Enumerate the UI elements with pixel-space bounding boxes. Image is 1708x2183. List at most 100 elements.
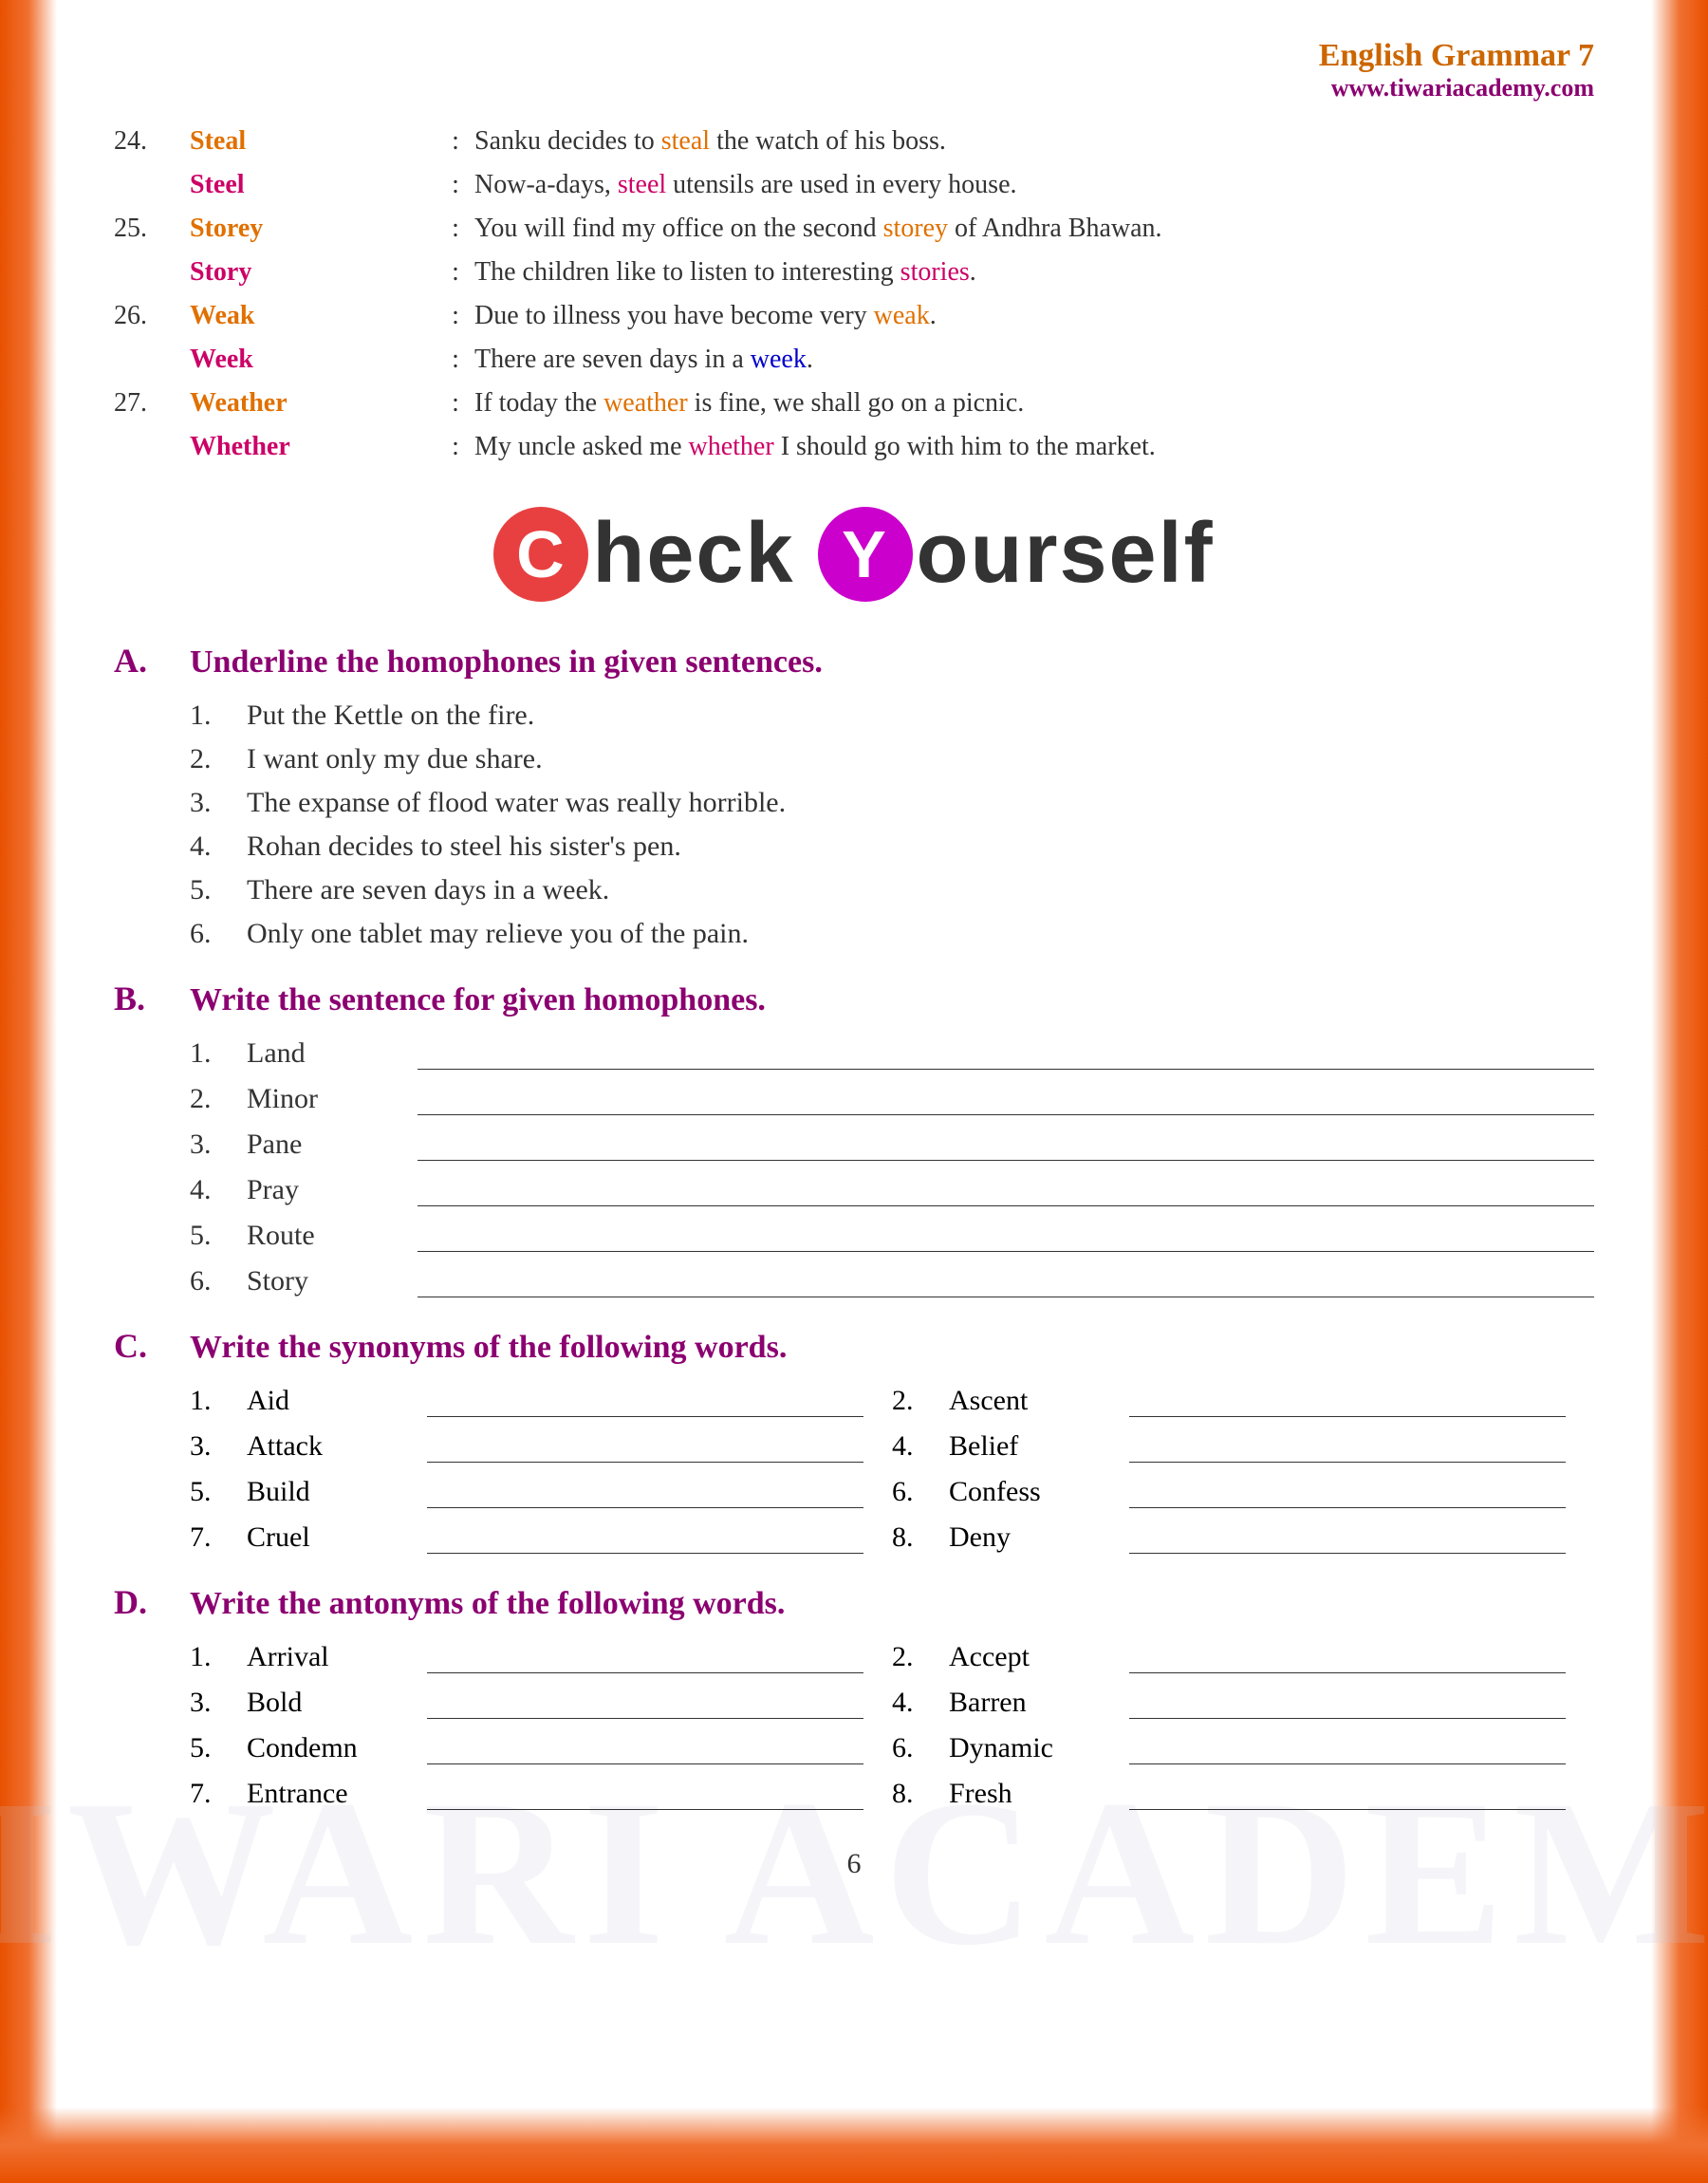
list-text: Put the Kettle on the fire. [247,700,1594,732]
col-num: 2. [892,1385,949,1417]
answer-line[interactable] [418,1108,1594,1115]
col-word: Dynamic [949,1732,1120,1764]
col-word: Belief [949,1430,1120,1463]
col-word: Confess [949,1476,1120,1508]
answer-line[interactable] [418,1290,1594,1297]
word-line-item: 6. Story [190,1265,1594,1297]
col-word: Arrival [247,1641,418,1673]
list-item: 2. I want only my due share. [190,743,1594,775]
colon-24a: : [436,121,474,161]
col-num: 2. [892,1641,949,1673]
col-line[interactable] [427,1757,863,1764]
col-line[interactable] [427,1455,863,1463]
col-left: 7. Cruel [190,1521,892,1554]
two-col-row: 7. Entrance 8. Fresh [190,1778,1594,1810]
col-num: 6. [892,1732,949,1764]
col-word: Cruel [247,1521,418,1554]
list-item: 6. Only one tablet may relieve you of th… [190,918,1594,950]
header-title: English Grammar 7 [114,38,1594,74]
col-line[interactable] [1129,1546,1566,1554]
section-c-header: C. Write the synonyms of the following w… [114,1326,1594,1366]
vocab-row-27b: Whether : My uncle asked me whether I sh… [114,427,1594,467]
colon-24b: : [436,165,474,205]
col-right: 4. Belief [892,1430,1594,1463]
col-line[interactable] [427,1501,863,1508]
section-b-header: B. Write the sentence for given homophon… [114,979,1594,1018]
section-b-list: 1. Land 2. Minor 3. Pane 4. Pray 5. Rout… [114,1037,1594,1297]
answer-line[interactable] [418,1244,1594,1252]
list-text: There are seven days in a week. [247,874,1594,906]
two-col-row: 5. Condemn 6. Dynamic [190,1732,1594,1764]
list-item: 4. Rohan decides to steel his sister's p… [190,830,1594,863]
vocab-sentence-weather: If today the weather is fine, we shall g… [474,383,1594,423]
col-line[interactable] [1129,1409,1566,1417]
col-word: Fresh [949,1778,1120,1810]
col-num: 3. [190,1430,247,1463]
list-num: 1. [190,700,247,732]
vocab-num-26: 26. [114,296,190,336]
vocab-row-25b: Story : The children like to listen to i… [114,252,1594,292]
vocab-word-steal: Steal [190,121,436,161]
check-yourself-section: Check Yourself [114,505,1594,603]
section-b-letter: B. [114,979,190,1018]
word-label: 4. [190,1174,247,1206]
col-num: 5. [190,1476,247,1508]
col-line[interactable] [1129,1711,1566,1719]
y-circle: Y [818,507,913,602]
check-yourself-text: Check Yourself [493,505,1214,603]
vocab-num-27: 27. [114,383,190,423]
col-num: 8. [892,1521,949,1554]
word-label: 3. [190,1129,247,1161]
col-line[interactable] [1129,1666,1566,1673]
word-name: Pray [247,1174,399,1206]
col-num: 5. [190,1732,247,1764]
list-item: 3. The expanse of flood water was really… [190,787,1594,819]
col-num: 6. [892,1476,949,1508]
col-line[interactable] [1129,1757,1566,1764]
header-url: www.tiwariacademy.com [114,74,1594,103]
col-line[interactable] [1129,1501,1566,1508]
colon-25b: : [436,252,474,292]
col-num: 7. [190,1521,247,1554]
col-left: 1. Arrival [190,1641,892,1673]
section-a-title: Underline the homophones in given senten… [190,644,823,681]
section-c-list: 1. Aid 2. Ascent 3. Attack 4. Belief [114,1385,1594,1554]
vocab-word-week: Week [190,340,436,380]
col-line[interactable] [427,1802,863,1810]
col-right: 8. Fresh [892,1778,1594,1810]
list-text: I want only my due share. [247,743,1594,775]
col-line[interactable] [1129,1802,1566,1810]
col-word: Barren [949,1687,1120,1719]
answer-line[interactable] [418,1062,1594,1070]
colon-27b: : [436,427,474,467]
col-line[interactable] [427,1409,863,1417]
col-right: 2. Accept [892,1641,1594,1673]
word-line-item: 2. Minor [190,1083,1594,1115]
vocab-sentence-whether: My uncle asked me whether I should go wi… [474,427,1594,467]
col-line[interactable] [427,1666,863,1673]
col-line[interactable] [427,1546,863,1554]
two-col-row: 3. Bold 4. Barren [190,1687,1594,1719]
col-word: Attack [247,1430,418,1463]
col-word: Ascent [949,1385,1120,1417]
answer-line[interactable] [418,1153,1594,1161]
vocab-row-27a: 27. Weather : If today the weather is fi… [114,383,1594,423]
word-label: 6. [190,1265,247,1297]
vocab-num-24: 24. [114,121,190,161]
vocab-sentence-storey: You will find my office on the second st… [474,209,1594,249]
header: English Grammar 7 www.tiwariacademy.com [114,38,1594,103]
col-line[interactable] [427,1711,863,1719]
col-num: 7. [190,1778,247,1810]
col-left: 3. Bold [190,1687,892,1719]
section-c-title: Write the synonyms of the following word… [190,1330,787,1366]
col-word: Deny [949,1521,1120,1554]
col-word: Condemn [247,1732,418,1764]
vocab-word-weather: Weather [190,383,436,423]
answer-line[interactable] [418,1199,1594,1206]
col-word: Build [247,1476,418,1508]
word-name: Route [247,1220,399,1252]
word-label: 1. [190,1037,247,1070]
col-line[interactable] [1129,1455,1566,1463]
page-number: 6 [114,1848,1594,1880]
c-circle: C [493,507,588,602]
